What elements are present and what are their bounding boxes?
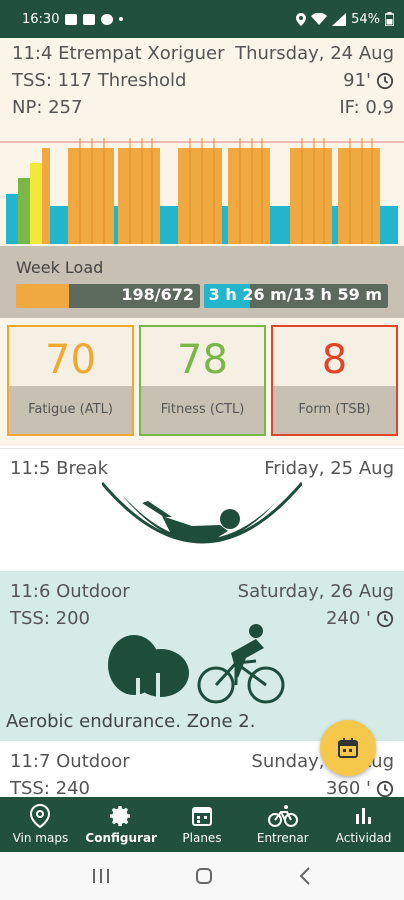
day-duration: 240 ' (325, 608, 371, 629)
interval-bar (270, 206, 290, 244)
fitness-label: Fitness (CTL) (141, 386, 264, 434)
interval-bar (18, 178, 30, 244)
nav-entrenar[interactable]: Entrenar (242, 797, 323, 852)
fatigue-value: 70 (45, 337, 96, 383)
recent-apps-icon[interactable] (91, 868, 111, 884)
form-metric[interactable]: 8 Form (TSB) (271, 325, 398, 436)
more-notifications-icon (119, 17, 124, 21)
form-value: 8 (321, 337, 348, 383)
interval-bar (338, 148, 380, 244)
status-bar: 16:30 54% (0, 0, 404, 38)
day-tss: TSS: 240 (10, 778, 90, 797)
fitness-metric[interactable]: 78 Fitness (CTL) (139, 325, 266, 436)
signal-icon (332, 12, 347, 26)
interval-bar (222, 206, 228, 244)
wifi-icon (311, 12, 328, 25)
day-duration: 360 ' (325, 778, 371, 797)
interval-bar (30, 163, 42, 244)
interval-bar (114, 206, 118, 244)
clock-icon (376, 610, 394, 627)
workout-if: IF: 0,9 (339, 97, 394, 118)
day-tss: TSS: 200 (10, 608, 90, 629)
system-navigation-bar (0, 852, 404, 900)
day-row-2: TSS: 240 360 ' (10, 778, 394, 797)
summary-row-3: NP: 257 IF: 0,9 (12, 97, 394, 118)
workout-summary-card[interactable]: 11:4 Etrempat Xoriguer Thursday, 24 Aug … (0, 38, 404, 446)
form-label: Form (TSB) (273, 386, 396, 434)
day-title: 11:5 Break (10, 458, 109, 479)
nav-actividad[interactable]: Actividad (323, 797, 404, 852)
day-date: Saturday, 26 Aug (237, 581, 394, 602)
workout-title: 11:4 Etrempat Xoriguer (12, 43, 225, 64)
bottom-navigation: Vin maps Configurar Planes Entrenar Acti… (0, 797, 404, 852)
interval-bar (228, 148, 270, 244)
interval-bar (332, 206, 338, 244)
interval-bar (160, 206, 178, 244)
workout-tss: TSS: 117 Threshold (12, 70, 187, 91)
day-card-break[interactable]: 11:5 Break Friday, 25 Aug (0, 448, 404, 571)
gallery-notification-icon (65, 13, 78, 25)
bar-chart-icon (355, 808, 371, 824)
week-time-text: 3 h 26 m/13 h 59 m (208, 285, 382, 304)
week-load-text: 198/672 (121, 285, 194, 304)
hammock-illustration (102, 482, 302, 544)
summary-row-2: TSS: 117 Threshold 91' (12, 70, 394, 91)
interval-bar (6, 194, 18, 244)
nav-vin-maps[interactable]: Vin maps (0, 797, 81, 852)
calendar-fab-button[interactable] (320, 720, 376, 776)
fatigue-metric[interactable]: 70 Fatigue (ATL) (7, 325, 134, 436)
cyclist-trees-illustration (108, 624, 285, 705)
calendar-icon (191, 807, 212, 826)
interval-bar (42, 148, 50, 244)
mail-notification-icon (83, 13, 96, 25)
day-title: 11:6 Outdoor (10, 581, 130, 602)
battery-icon (385, 12, 394, 26)
day-title: 11:7 Outdoor (10, 751, 130, 772)
nav-label: Entrenar (256, 831, 309, 845)
interval-bar (178, 148, 222, 244)
back-icon[interactable] (297, 866, 313, 886)
home-icon[interactable] (194, 866, 214, 886)
day-date: Friday, 25 Aug (264, 458, 394, 479)
nav-label: Planes (182, 831, 222, 845)
week-load-bar: 198/672 (16, 284, 200, 308)
chat-notification-icon (101, 13, 114, 25)
nav-label: Vin maps (12, 831, 69, 845)
clock-icon (376, 72, 394, 89)
fatigue-label: Fatigue (ATL) (9, 386, 132, 434)
interval-bar (290, 148, 332, 244)
interval-bar (50, 206, 68, 244)
fitness-value: 78 (177, 337, 228, 383)
clock-icon (376, 780, 394, 797)
calendar-icon (338, 738, 358, 758)
battery-percent: 54% (351, 11, 380, 27)
nav-configurar[interactable]: Configurar (81, 797, 162, 852)
interval-bar (118, 148, 160, 244)
nav-label: Configurar (85, 831, 157, 845)
nav-label: Actividad (335, 831, 392, 845)
day-row: 11:5 Break Friday, 25 Aug (10, 458, 394, 479)
day-row: 11:6 Outdoor Saturday, 26 Aug (10, 581, 394, 602)
bicycle-icon (267, 805, 298, 827)
status-time: 16:30 (22, 11, 60, 27)
summary-row-1: 11:4 Etrempat Xoriguer Thursday, 24 Aug (12, 43, 394, 64)
location-icon (296, 12, 307, 26)
workout-duration: 91' (343, 70, 371, 91)
week-load-fill (16, 284, 70, 308)
day-card-outdoor-1[interactable]: 11:6 Outdoor Saturday, 26 Aug TSS: 200 2… (0, 571, 404, 741)
week-load-panel: Week Load 198/672 3 h 26 m/13 h 59 m (0, 246, 404, 318)
day-caption: Aerobic endurance. Zone 2. (6, 711, 256, 732)
week-time-bar: 3 h 26 m/13 h 59 m (204, 284, 388, 308)
gear-icon (110, 806, 131, 827)
workout-np: NP: 257 (12, 97, 83, 118)
workout-date: Thursday, 24 Aug (235, 43, 394, 64)
map-pin-icon (30, 804, 51, 828)
nav-planes[interactable]: Planes (162, 797, 243, 852)
interval-bar (68, 148, 114, 244)
interval-bar (380, 206, 398, 244)
week-load-label: Week Load (16, 258, 104, 277)
